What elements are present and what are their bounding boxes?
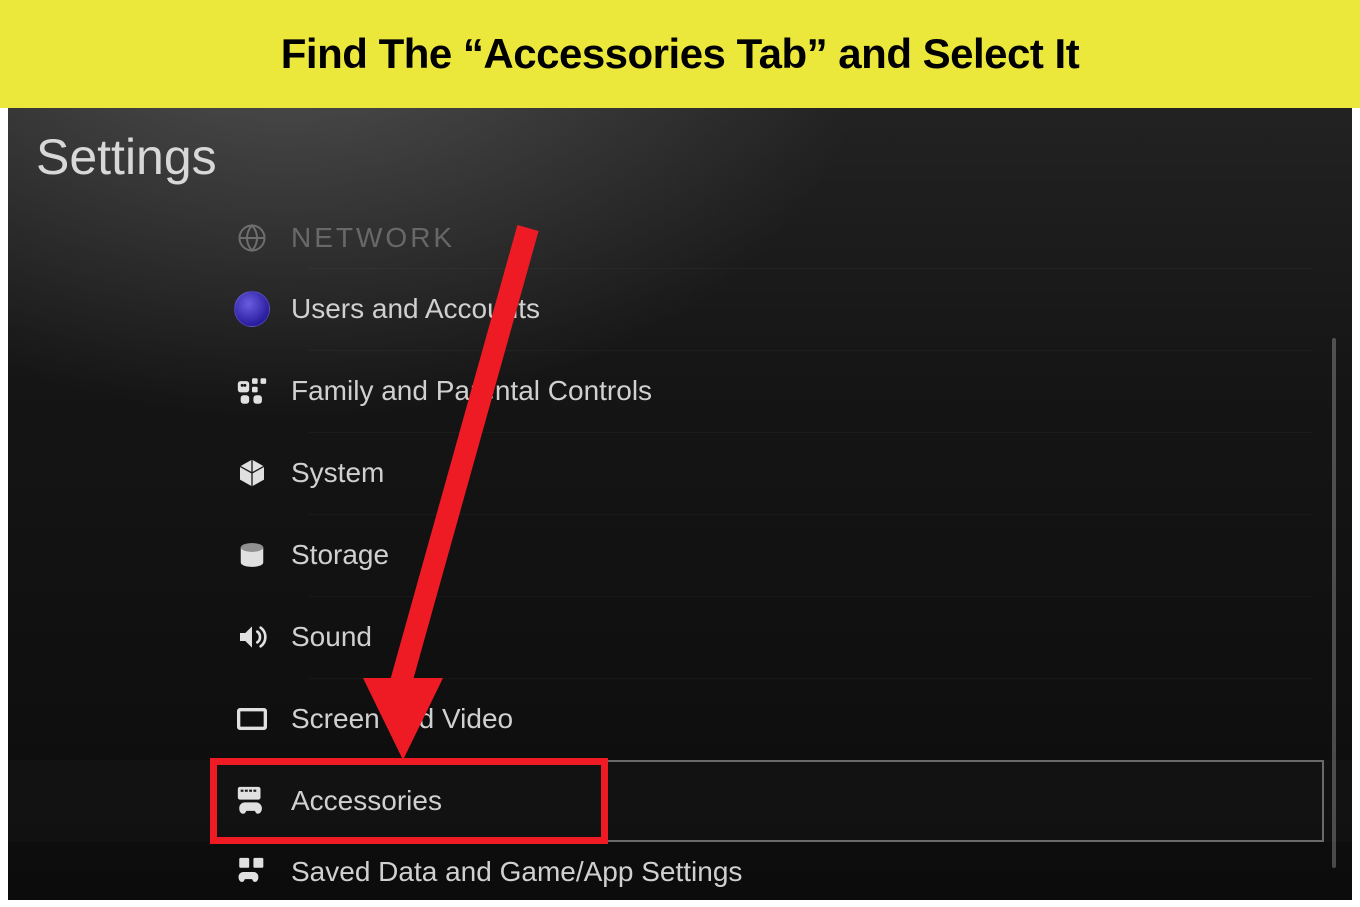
menu-label: Storage [291, 539, 389, 571]
settings-screen: Settings NETWORK Users and Accounts Fami… [8, 108, 1352, 900]
menu-label: Saved Data and Game/App Settings [291, 856, 742, 888]
menu-label: Users and Accounts [291, 293, 540, 325]
settings-menu: NETWORK Users and Accounts Family and Pa… [8, 208, 1352, 900]
globe-icon [233, 219, 271, 257]
menu-item-sound[interactable]: Sound [8, 596, 1352, 678]
speaker-icon [233, 618, 271, 656]
cube-icon [233, 454, 271, 492]
menu-label: Screen and Video [291, 703, 513, 735]
storage-icon [233, 536, 271, 574]
avatar-icon [233, 290, 271, 328]
menu-item-system[interactable]: System [8, 432, 1352, 514]
instruction-text: Find The “Accessories Tab” and Select It [281, 30, 1079, 78]
menu-item-storage[interactable]: Storage [8, 514, 1352, 596]
display-icon [233, 700, 271, 738]
menu-label: Accessories [291, 785, 442, 817]
menu-item-family[interactable]: Family and Parental Controls [8, 350, 1352, 432]
scrollbar[interactable] [1332, 338, 1336, 868]
menu-item-screen-video[interactable]: Screen and Video [8, 678, 1352, 760]
accessories-icon [233, 782, 271, 820]
menu-label: Sound [291, 621, 372, 653]
menu-label: Family and Parental Controls [291, 375, 652, 407]
instruction-banner: Find The “Accessories Tab” and Select It [0, 0, 1360, 108]
menu-item-network[interactable]: NETWORK [8, 208, 1352, 268]
menu-item-accessories[interactable]: Accessories [8, 760, 1352, 842]
menu-label: System [291, 457, 384, 489]
family-icon [233, 372, 271, 410]
page-title: Settings [36, 128, 217, 186]
saved-data-icon [233, 853, 271, 891]
menu-label: NETWORK [291, 222, 455, 254]
menu-item-users[interactable]: Users and Accounts [8, 268, 1352, 350]
menu-item-saved-data[interactable]: Saved Data and Game/App Settings [8, 842, 1352, 900]
